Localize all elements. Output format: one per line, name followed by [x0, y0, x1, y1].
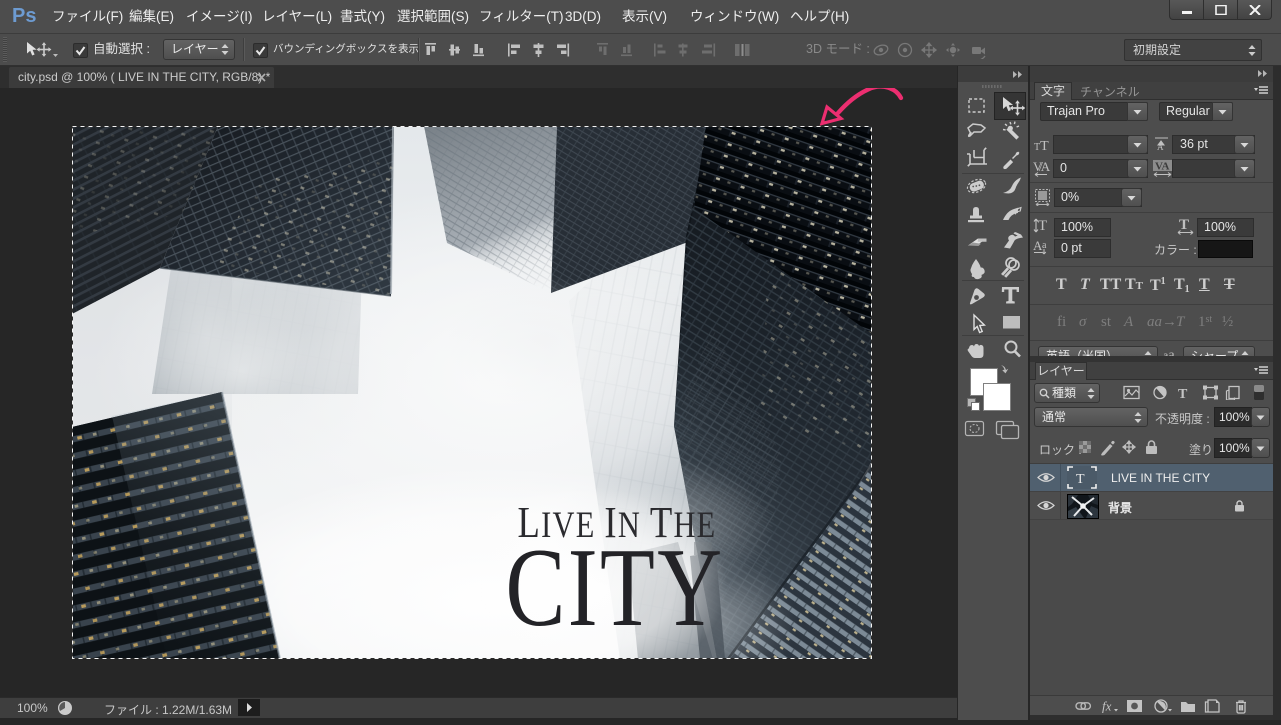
svg-text:V̸A: V̸A — [1033, 159, 1051, 174]
svg-text:VA: VA — [1155, 161, 1170, 173]
svg-text:T: T — [1076, 472, 1085, 487]
svg-text:CITY: CITY — [506, 526, 725, 650]
svg-text:fx: fx — [1102, 699, 1112, 714]
svg-text:T: T — [1178, 387, 1188, 400]
svg-text:T: T — [1038, 218, 1047, 234]
svg-text:A: A — [1157, 142, 1164, 152]
